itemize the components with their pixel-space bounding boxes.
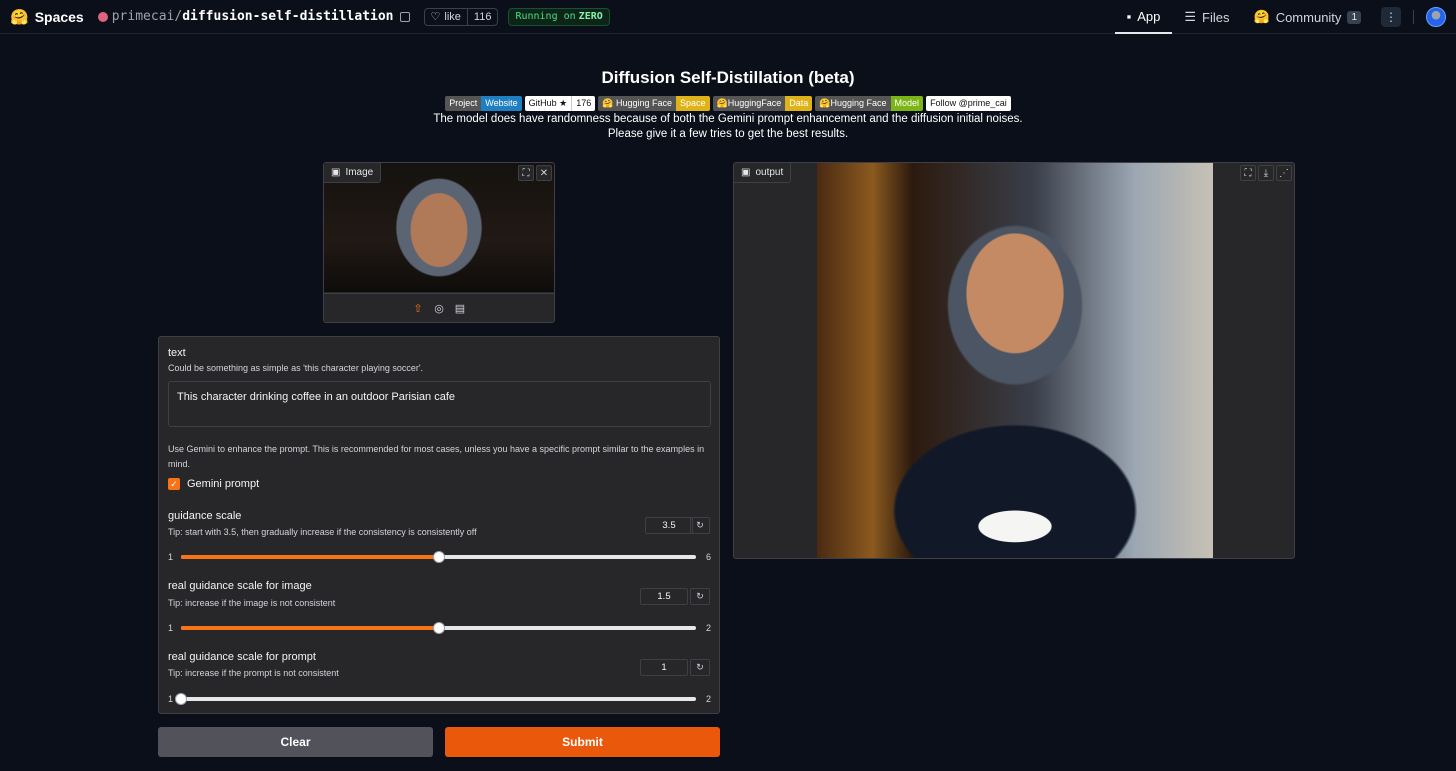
reset-icon[interactable]: ↻ [690,588,710,605]
reset-icon[interactable]: ↻ [690,517,710,534]
image-icon: ▣ [331,167,341,178]
guidance-scale-label: guidance scale [168,510,242,522]
gemini-prompt-checkbox-row[interactable]: ✓ Gemini prompt [168,478,259,490]
top-bar: 🤗 Spaces primecai / diffusion-self-disti… [0,0,1456,34]
page-title: Diffusion Self-Distillation (beta) [601,68,855,87]
like-count: 116 [473,10,492,23]
slider-thumb[interactable] [432,551,445,563]
clipboard-icon[interactable]: ▤ [454,302,467,315]
reset-icon[interactable]: ↻ [690,659,710,676]
divider [1413,10,1414,24]
real-guidance-image-number-input[interactable]: 1.5 [640,588,688,605]
guidance-scale-number-input[interactable]: 3.5 [645,517,693,534]
like-button[interactable]: ♡ like 116 [423,7,499,26]
share-icon[interactable]: ⋰ [1276,165,1292,181]
real-guidance-prompt-info: Tip: increase if the prompt is not consi… [168,668,339,678]
image-block-label: ▣ Image [324,163,382,183]
tab-community[interactable]: 🤗 Community 1 [1242,0,1374,34]
github-stars-badge[interactable]: GitHub ★ 176 [524,96,596,111]
tab-files[interactable]: ☰ Files [1172,0,1241,34]
owner-avatar [97,11,108,22]
repo-name-link[interactable]: diffusion-self-distillation [182,9,393,24]
real-guidance-prompt-slider[interactable]: 1 2 [168,692,711,706]
slider-thumb[interactable] [175,693,187,705]
guidance-scale-info: Tip: start with 3.5, then gradually incr… [168,527,477,537]
hf-model-badge[interactable]: 🤗Hugging Face Model [815,96,924,111]
real-guidance-image-info: Tip: increase if the image is not consis… [168,598,336,608]
like-label: like [444,10,461,23]
real-guidance-image-slider[interactable]: 1 2 [168,621,711,635]
controls-panel: text Could be something as simple as 'th… [158,336,720,714]
text-info: Could be something as simple as 'this ch… [168,363,424,373]
image-source-bar: ⇧ ◎ ▤ [324,293,554,322]
clear-button[interactable]: Clear [158,727,433,757]
submit-button[interactable]: Submit [445,727,720,757]
copy-icon[interactable] [399,11,410,22]
guidance-scale-slider[interactable]: 1 6 [168,550,711,564]
hf-data-badge[interactable]: 🤗HuggingFace Data [712,96,813,111]
user-avatar[interactable] [1426,7,1446,27]
more-options-icon[interactable]: ⋮ [1381,7,1401,27]
real-guidance-image-label: real guidance scale for image [168,580,312,592]
spaces-link[interactable]: Spaces [35,9,84,25]
follow-x-badge[interactable]: Follow @prime_cai [926,96,1011,111]
owner-link[interactable]: primecai [112,9,175,24]
files-icon: ☰ [1184,9,1197,24]
cube-icon: ▪ [1126,8,1132,24]
gemini-prompt-label: Gemini prompt [187,478,260,490]
description: The model does have randomness because o… [433,113,1023,140]
path-separator: / [174,9,183,24]
checkbox-checked-icon[interactable]: ✓ [168,478,180,490]
tab-app[interactable]: ▪ App [1114,0,1173,34]
badge-row: Project Website GitHub ★ 176 🤗 Hugging Fac… [0,96,1456,111]
output-block-label: ▣ output [734,163,792,183]
community-count-badge: 1 [1347,10,1361,24]
fullscreen-icon[interactable]: ⛶ [1240,165,1256,181]
image-icon: ▣ [741,167,751,178]
real-guidance-prompt-label: real guidance scale for prompt [168,651,316,663]
slider-thumb[interactable] [432,622,445,634]
gemini-info: Use Gemini to enhance the prompt. This i… [168,444,705,469]
hf-space-badge[interactable]: 🤗 Hugging Face Space [598,96,710,111]
output-generated-image [817,163,1213,558]
close-icon[interactable]: ✕ [536,165,552,181]
text-label: text [168,347,186,359]
project-website-badge[interactable]: Project Website [445,96,522,111]
upload-icon[interactable]: ⇧ [412,302,425,315]
image-input[interactable]: ▣ Image ⛶ ✕ ⇧ ◎ ▤ [323,162,555,323]
real-guidance-prompt-number-input[interactable]: 1 [640,659,688,676]
webcam-icon[interactable]: ◎ [433,302,446,315]
fullscreen-icon[interactable]: ⛶ [518,165,534,181]
running-status-badge[interactable]: Running on ZERO [508,7,610,26]
hugging-face-logo-icon[interactable]: 🤗 [10,8,29,26]
download-icon[interactable]: ⤓ [1258,165,1274,181]
heart-icon: ♡ [430,11,441,23]
prompt-textarea[interactable]: This character drinking coffee in an out… [168,381,711,427]
output-image-panel: ▣ output ⛶ ⤓ ⋰ [733,162,1295,559]
community-icon: 🤗 [1253,9,1270,24]
